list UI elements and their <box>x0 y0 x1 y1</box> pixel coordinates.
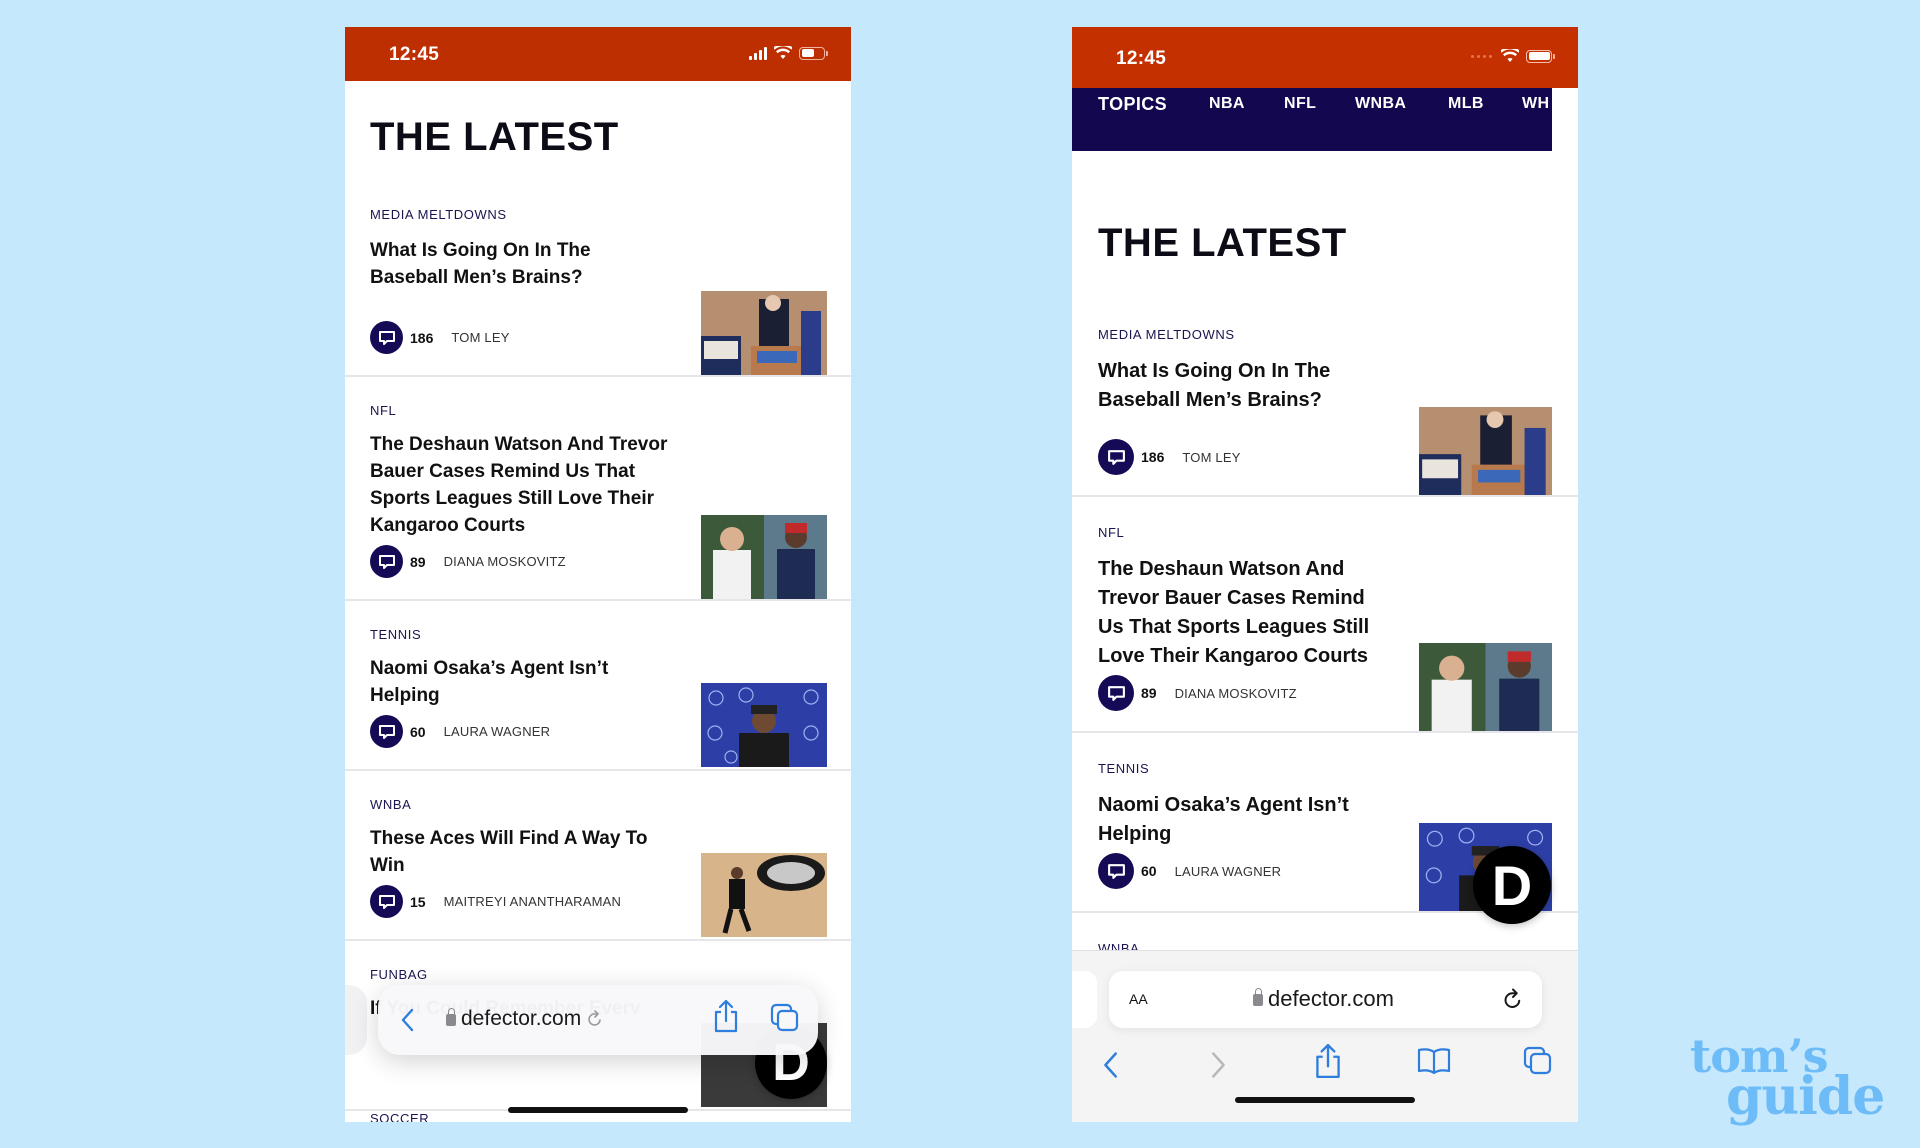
back-icon[interactable] <box>1102 1051 1118 1079</box>
nav-item-more[interactable]: WH <box>1522 95 1549 113</box>
status-bar: 12:45 <box>1072 27 1578 88</box>
article-thumbnail[interactable] <box>1419 643 1552 731</box>
forward-icon[interactable] <box>1211 1051 1227 1079</box>
comment-icon[interactable] <box>370 545 403 578</box>
defector-fab-button[interactable]: D <box>1473 846 1551 924</box>
comment-count: 186 <box>1141 449 1165 465</box>
article-author[interactable]: LAURA WAGNER <box>444 724 551 739</box>
comment-count: 60 <box>1141 863 1157 879</box>
bookmarks-icon[interactable] <box>1417 1047 1451 1075</box>
article-author[interactable]: DIANA MOSKOVITZ <box>1175 686 1297 701</box>
article-author[interactable]: DIANA MOSKOVITZ <box>444 554 566 569</box>
article-category[interactable]: NFL <box>1098 525 1124 540</box>
nav-item-nba[interactable]: NBA <box>1209 95 1245 113</box>
article-thumbnail[interactable] <box>701 291 827 375</box>
status-time: 12:45 <box>389 44 440 65</box>
battery-icon <box>799 46 828 60</box>
status-time: 12:45 <box>1116 48 1167 69</box>
comment-icon[interactable] <box>1098 853 1134 889</box>
article-title[interactable]: What Is Going On In The Baseball Men’s B… <box>370 237 630 291</box>
home-indicator <box>508 1107 688 1113</box>
article-category[interactable]: TENNIS <box>1098 761 1149 776</box>
comment-count: 15 <box>410 893 426 910</box>
url-text: defector.com <box>461 1007 582 1030</box>
article-item[interactable]: WNBA These Aces Will Find A Way To Win 1… <box>345 771 851 941</box>
tabs-icon[interactable] <box>1523 1046 1553 1076</box>
comment-count: 186 <box>410 329 434 346</box>
url-field[interactable]: defector.com <box>446 1007 603 1031</box>
url-text: defector.com <box>1268 986 1394 1011</box>
safari-compact-url-bar[interactable]: defector.com <box>378 985 818 1055</box>
nav-item-mlb[interactable]: MLB <box>1448 95 1484 113</box>
article-title[interactable]: Naomi Osaka’s Agent Isn’t Helping <box>370 655 630 709</box>
page-title: THE LATEST <box>1098 221 1347 265</box>
article-category[interactable]: MEDIA MELTDOWNS <box>370 207 507 222</box>
article-author[interactable]: LAURA WAGNER <box>1175 864 1282 879</box>
article-item[interactable]: MEDIA MELTDOWNS What Is Going On In The … <box>1072 317 1578 497</box>
article-category[interactable]: MEDIA MELTDOWNS <box>1098 327 1235 342</box>
article-title[interactable]: The Deshaun Watson And Trevor Bauer Case… <box>1098 555 1388 671</box>
article-item[interactable]: NFL The Deshaun Watson And Trevor Bauer … <box>345 377 851 601</box>
left-phone-screen: 12:45 THE LATEST MEDIA MELTDOWNS What Is… <box>345 27 851 1122</box>
share-icon[interactable] <box>713 999 739 1033</box>
article-author[interactable]: MAITREYI ANANTHARAMAN <box>444 894 622 909</box>
reload-icon[interactable] <box>1503 988 1523 1011</box>
topics-nav: TOPICS NBA NFL WNBA MLB WH <box>1072 88 1552 151</box>
comment-icon[interactable] <box>1098 439 1134 475</box>
no-signal-icon <box>1471 54 1492 58</box>
article-item[interactable]: NFL The Deshaun Watson And Trevor Bauer … <box>1072 497 1578 733</box>
back-icon[interactable] <box>400 1008 414 1032</box>
article-category[interactable]: WNBA <box>370 797 411 812</box>
toms-guide-logo: tom’s guide <box>1690 1029 1885 1127</box>
lock-icon <box>446 1008 456 1026</box>
battery-icon <box>1526 49 1555 63</box>
article-item[interactable]: MEDIA MELTDOWNS What Is Going On In The … <box>345 197 851 377</box>
article-title[interactable]: Naomi Osaka’s Agent Isn’t Helping <box>1098 791 1388 849</box>
status-bar: 12:45 <box>345 27 851 81</box>
article-author[interactable]: TOM LEY <box>451 330 509 345</box>
article-title[interactable]: What Is Going On In The Baseball Men’s B… <box>1098 357 1368 415</box>
home-indicator <box>1235 1097 1415 1103</box>
tab-peek[interactable] <box>1072 971 1097 1028</box>
article-author[interactable]: TOM LEY <box>1182 450 1240 465</box>
article-thumbnail[interactable] <box>701 515 827 599</box>
article-thumbnail[interactable] <box>1419 407 1552 495</box>
comment-count: 89 <box>1141 685 1157 701</box>
nav-item-topics[interactable]: TOPICS <box>1098 94 1167 115</box>
safari-bottom-toolbar: AA defector.com <box>1072 950 1578 1122</box>
article-thumbnail[interactable] <box>701 853 827 937</box>
tab-peek[interactable] <box>345 985 367 1055</box>
article-title[interactable]: The Deshaun Watson And Trevor Bauer Case… <box>370 431 670 539</box>
share-icon[interactable] <box>1314 1043 1342 1079</box>
safari-url-bar[interactable]: AA defector.com <box>1109 971 1542 1028</box>
comment-count: 60 <box>410 723 426 740</box>
reload-icon[interactable] <box>587 1010 603 1028</box>
wifi-icon <box>1501 49 1519 62</box>
nav-item-wnba[interactable]: WNBA <box>1355 95 1406 113</box>
article-category[interactable]: SOCCER <box>370 1111 429 1122</box>
wifi-icon <box>774 46 792 59</box>
comment-icon[interactable] <box>370 321 403 354</box>
comment-icon[interactable] <box>370 885 403 918</box>
article-title[interactable]: These Aces Will Find A Way To Win <box>370 825 660 879</box>
right-phone-screen: 12:45 TOPICS NBA NFL WNBA MLB WH THE LAT… <box>1072 27 1578 1122</box>
comment-icon[interactable] <box>1098 675 1134 711</box>
url-field[interactable]: defector.com <box>1253 986 1394 1012</box>
article-category[interactable]: TENNIS <box>370 627 421 642</box>
comment-count: 89 <box>410 553 426 570</box>
article-thumbnail[interactable] <box>701 683 827 767</box>
lock-icon <box>1253 988 1263 1006</box>
comment-icon[interactable] <box>370 715 403 748</box>
tabs-icon[interactable] <box>770 1003 800 1033</box>
cellular-signal-icon <box>749 46 767 60</box>
article-category[interactable]: NFL <box>370 403 396 418</box>
nav-item-nfl[interactable]: NFL <box>1284 95 1316 113</box>
text-size-button[interactable]: AA <box>1129 987 1148 1010</box>
article-item[interactable]: TENNIS Naomi Osaka’s Agent Isn’t Helping… <box>345 601 851 771</box>
article-category[interactable]: FUNBAG <box>370 967 428 982</box>
